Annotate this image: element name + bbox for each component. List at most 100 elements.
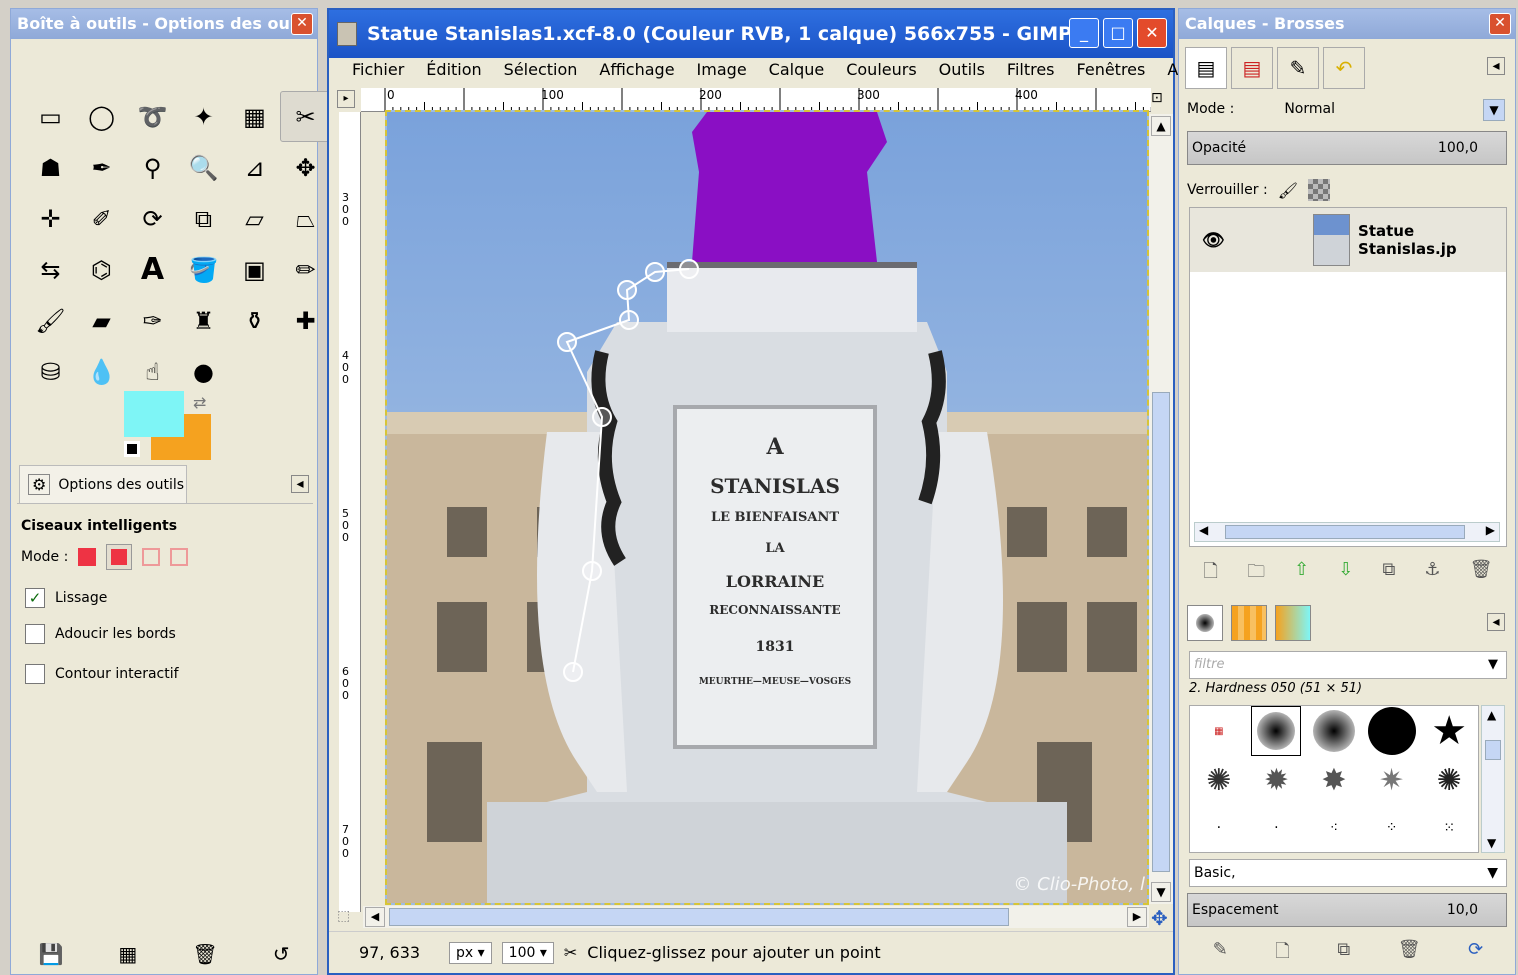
lock-pixels-icon[interactable]: 🖌 [1278, 181, 1298, 200]
eye-icon[interactable]: 👁 [1202, 230, 1225, 251]
close-icon[interactable]: ✕ [1489, 13, 1511, 35]
brush-grid-scrollbar[interactable]: ▲ ▼ [1481, 705, 1505, 853]
close-icon[interactable]: ✕ [291, 13, 313, 35]
delete-layer-icon[interactable]: 🗑 [1470, 559, 1493, 589]
tab-layers-icon[interactable]: ▤ [1185, 47, 1227, 89]
tab-gradients-icon[interactable] [1275, 605, 1311, 641]
brush-acrylic-01[interactable]: ✺ [1206, 763, 1231, 798]
swap-colors-icon[interactable]: ⇄ [193, 393, 206, 412]
menu-couleurs[interactable]: Couleurs [835, 58, 927, 84]
option-feather[interactable]: Adoucir les bords [25, 624, 176, 644]
perspective-icon[interactable]: ⏢ [280, 193, 331, 244]
eraser-icon[interactable]: ▰ [76, 295, 127, 346]
tab-channels-icon[interactable]: ▤ [1231, 47, 1273, 89]
vertical-scrollbar[interactable]: ▲ ▼ [1149, 114, 1173, 904]
move-icon[interactable]: ✥ [280, 142, 331, 193]
vertical-scroll-thumb[interactable] [1152, 392, 1170, 872]
lock-alpha-icon[interactable] [1308, 179, 1331, 201]
brush-misc-03[interactable]: ⁖ [1330, 820, 1338, 836]
reset-icon[interactable]: ↺ [273, 942, 290, 966]
menu-edition[interactable]: Édition [415, 58, 492, 84]
smoothing-checkbox[interactable]: ✓ [25, 588, 45, 608]
brush-hardness-100[interactable] [1367, 707, 1416, 755]
brush-hardness-050[interactable] [1251, 706, 1302, 756]
airbrush-icon[interactable]: ✑ [127, 295, 178, 346]
brush-acrylic-05[interactable]: ✺ [1437, 763, 1462, 798]
foreground-color-swatch[interactable] [124, 391, 184, 437]
brush-acrylic-03[interactable]: ✸ [1321, 763, 1346, 798]
brush-grid-scroll-thumb[interactable] [1485, 740, 1501, 760]
layer-list-hscroll[interactable]: ◀ ▶ [1194, 522, 1500, 542]
raise-layer-icon[interactable]: ⇧ [1294, 559, 1309, 589]
tab-patterns-icon[interactable] [1231, 605, 1267, 641]
horizontal-scroll-thumb[interactable] [389, 908, 1009, 926]
ink-icon[interactable]: ♜ [178, 295, 229, 346]
tab-undo-icon[interactable]: ↶ [1323, 47, 1365, 89]
save-icon[interactable]: 💾 [39, 942, 64, 966]
vertical-ruler[interactable]: 300 400 500 600 700 [339, 112, 361, 912]
mode-replace-icon[interactable] [78, 548, 97, 566]
brush-misc-01[interactable]: · [1217, 820, 1221, 836]
unit-select[interactable]: px ▾ [449, 941, 492, 964]
restore-icon[interactable]: ▦ [118, 942, 137, 966]
tab-paths-icon[interactable]: ✎ [1277, 47, 1319, 89]
delete-icon[interactable]: 🗑 [192, 942, 217, 966]
tab-brushes-icon[interactable] [1187, 605, 1223, 641]
brush-tag-icon[interactable]: ▦ [1214, 726, 1223, 737]
align-icon[interactable]: ✛ [25, 193, 76, 244]
scroll-down-icon[interactable]: ▼ [1151, 882, 1171, 902]
scroll-down-icon[interactable]: ▼ [1487, 836, 1496, 850]
edit-brush-icon[interactable]: ✎ [1213, 939, 1228, 969]
color-select-icon[interactable]: ▦ [229, 91, 280, 142]
brush-misc-04[interactable]: ⁘ [1386, 820, 1398, 836]
duplicate-layer-icon[interactable]: ⧉ [1382, 559, 1395, 589]
new-brush-icon[interactable]: 🗋 [1275, 939, 1289, 969]
refresh-brushes-icon[interactable]: ⟳ [1468, 939, 1483, 969]
layer-row[interactable]: 👁 Statue Stanislas.jp [1190, 208, 1506, 272]
menu-fichier[interactable]: Fichier [341, 58, 415, 84]
rotate-icon[interactable]: ⟳ [127, 193, 178, 244]
menu-fenetres[interactable]: Fenêtres [1066, 58, 1157, 84]
scale-icon[interactable]: ⧉ [178, 193, 229, 244]
layer-mode-value[interactable]: Normal [1284, 101, 1335, 117]
dropdown-icon[interactable]: ▼ [1488, 652, 1498, 678]
brush-panel-menu-icon[interactable]: ◂ [1487, 613, 1505, 631]
feather-checkbox[interactable] [25, 624, 45, 644]
scroll-left-icon[interactable]: ◀ [1199, 523, 1208, 537]
maximize-icon[interactable]: □ [1103, 18, 1133, 48]
scroll-right-icon[interactable]: ▶ [1486, 523, 1495, 537]
clone-icon[interactable]: ⚱ [229, 295, 280, 346]
menu-selection[interactable]: Sélection [493, 58, 589, 84]
scroll-left-icon[interactable]: ◀ [365, 907, 385, 927]
dodge-burn-icon[interactable]: ● [178, 346, 229, 397]
brush-acrylic-04[interactable]: ✷ [1379, 763, 1404, 798]
crop-icon[interactable]: ✐ [76, 193, 127, 244]
scroll-up-icon[interactable]: ▲ [1487, 708, 1496, 722]
horizontal-scrollbar[interactable]: ◀ ▶ [363, 906, 1149, 928]
mode-intersect-icon[interactable] [170, 548, 189, 566]
brush-set-select[interactable]: Basic, ▼ [1189, 859, 1507, 887]
brush-filter-input[interactable]: filtre ▼ [1189, 651, 1507, 679]
anchor-icon[interactable]: ⚓ [1424, 559, 1440, 589]
layer-mode-dropdown-icon[interactable]: ▼ [1483, 99, 1505, 121]
menu-affichage[interactable]: Affichage [588, 58, 685, 84]
zoom-select[interactable]: 100 ▾ [501, 941, 554, 964]
color-picker-icon[interactable]: ⚲ [127, 142, 178, 193]
scroll-up-icon[interactable]: ▲ [1151, 116, 1171, 136]
close-icon[interactable]: ✕ [1137, 18, 1167, 48]
layer-list-scroll-thumb[interactable] [1225, 525, 1465, 539]
text-icon[interactable]: A [127, 244, 178, 295]
measure-icon[interactable]: ⊿ [229, 142, 280, 193]
zoom-icon[interactable]: 🔍 [178, 142, 229, 193]
menu-outils[interactable]: Outils [928, 58, 996, 84]
delete-brush-icon[interactable]: 🗑 [1398, 939, 1421, 969]
dropdown-icon[interactable]: ▼ [1487, 860, 1498, 886]
brush-hardness-075[interactable] [1312, 710, 1355, 752]
ellipse-select-icon[interactable]: ◯ [76, 91, 127, 142]
menu-image[interactable]: Image [686, 58, 758, 84]
fuzzy-select-icon[interactable]: ✦ [178, 91, 229, 142]
scroll-right-icon[interactable]: ▶ [1127, 907, 1147, 927]
brush-misc-02[interactable]: · [1274, 820, 1278, 836]
tab-tool-options[interactable]: ⚙ Options des outils [19, 465, 187, 503]
image-canvas[interactable]: A STANISLAS LE BIENFAISANT LA LORRAINE R… [385, 110, 1149, 905]
